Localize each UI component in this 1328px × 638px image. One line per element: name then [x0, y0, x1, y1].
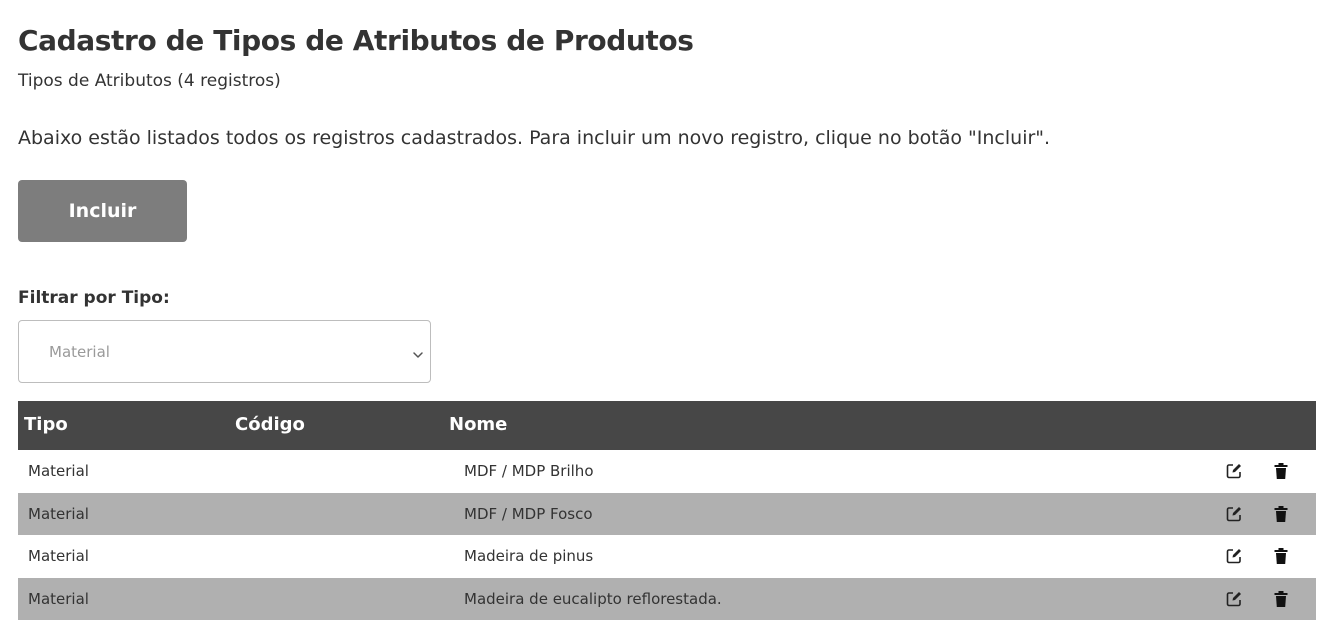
table-row: Material Madeira de pinus [18, 535, 1316, 578]
cell-nome: Madeira de eucalipto reflorestada. [464, 589, 722, 608]
type-filter-value: Material [49, 343, 110, 361]
edit-icon[interactable] [1225, 462, 1243, 480]
intro-text: Abaixo estão listados todos os registros… [18, 127, 1051, 149]
column-header-nome: Nome [449, 414, 508, 435]
cell-nome: MDF / MDP Fosco [464, 504, 593, 523]
table-row: Material MDF / MDP Brilho [18, 450, 1316, 493]
trash-icon[interactable] [1272, 547, 1290, 565]
column-header-codigo: Código [235, 414, 305, 435]
chevron-down-icon [412, 346, 424, 358]
include-button[interactable]: Incluir [18, 180, 187, 242]
page: Cadastro de Tipos de Atributos de Produt… [0, 0, 1328, 638]
cell-tipo: Material [28, 589, 89, 608]
table-row: Material MDF / MDP Fosco [18, 492, 1316, 535]
edit-icon[interactable] [1225, 590, 1243, 608]
cell-tipo: Material [28, 462, 89, 480]
attributes-table: Tipo Código Nome Material MDF / MDP Bril… [18, 401, 1316, 620]
trash-icon[interactable] [1272, 590, 1290, 608]
table-header: Tipo Código Nome [18, 401, 1316, 450]
column-header-tipo: Tipo [24, 414, 68, 435]
type-filter-select[interactable]: Material [18, 320, 431, 383]
cell-tipo: Material [28, 547, 89, 565]
edit-icon[interactable] [1225, 505, 1243, 523]
cell-nome: MDF / MDP Brilho [464, 462, 594, 480]
page-subtitle: Tipos de Atributos (4 registros) [18, 71, 281, 91]
filter-label: Filtrar por Tipo: [18, 288, 170, 308]
cell-nome: Madeira de pinus [464, 547, 594, 565]
edit-icon[interactable] [1225, 547, 1243, 565]
table-row: Material Madeira de eucalipto refloresta… [18, 577, 1316, 620]
cell-tipo: Material [28, 504, 89, 523]
page-title: Cadastro de Tipos de Atributos de Produt… [18, 24, 694, 57]
trash-icon[interactable] [1272, 462, 1290, 480]
trash-icon[interactable] [1272, 505, 1290, 523]
